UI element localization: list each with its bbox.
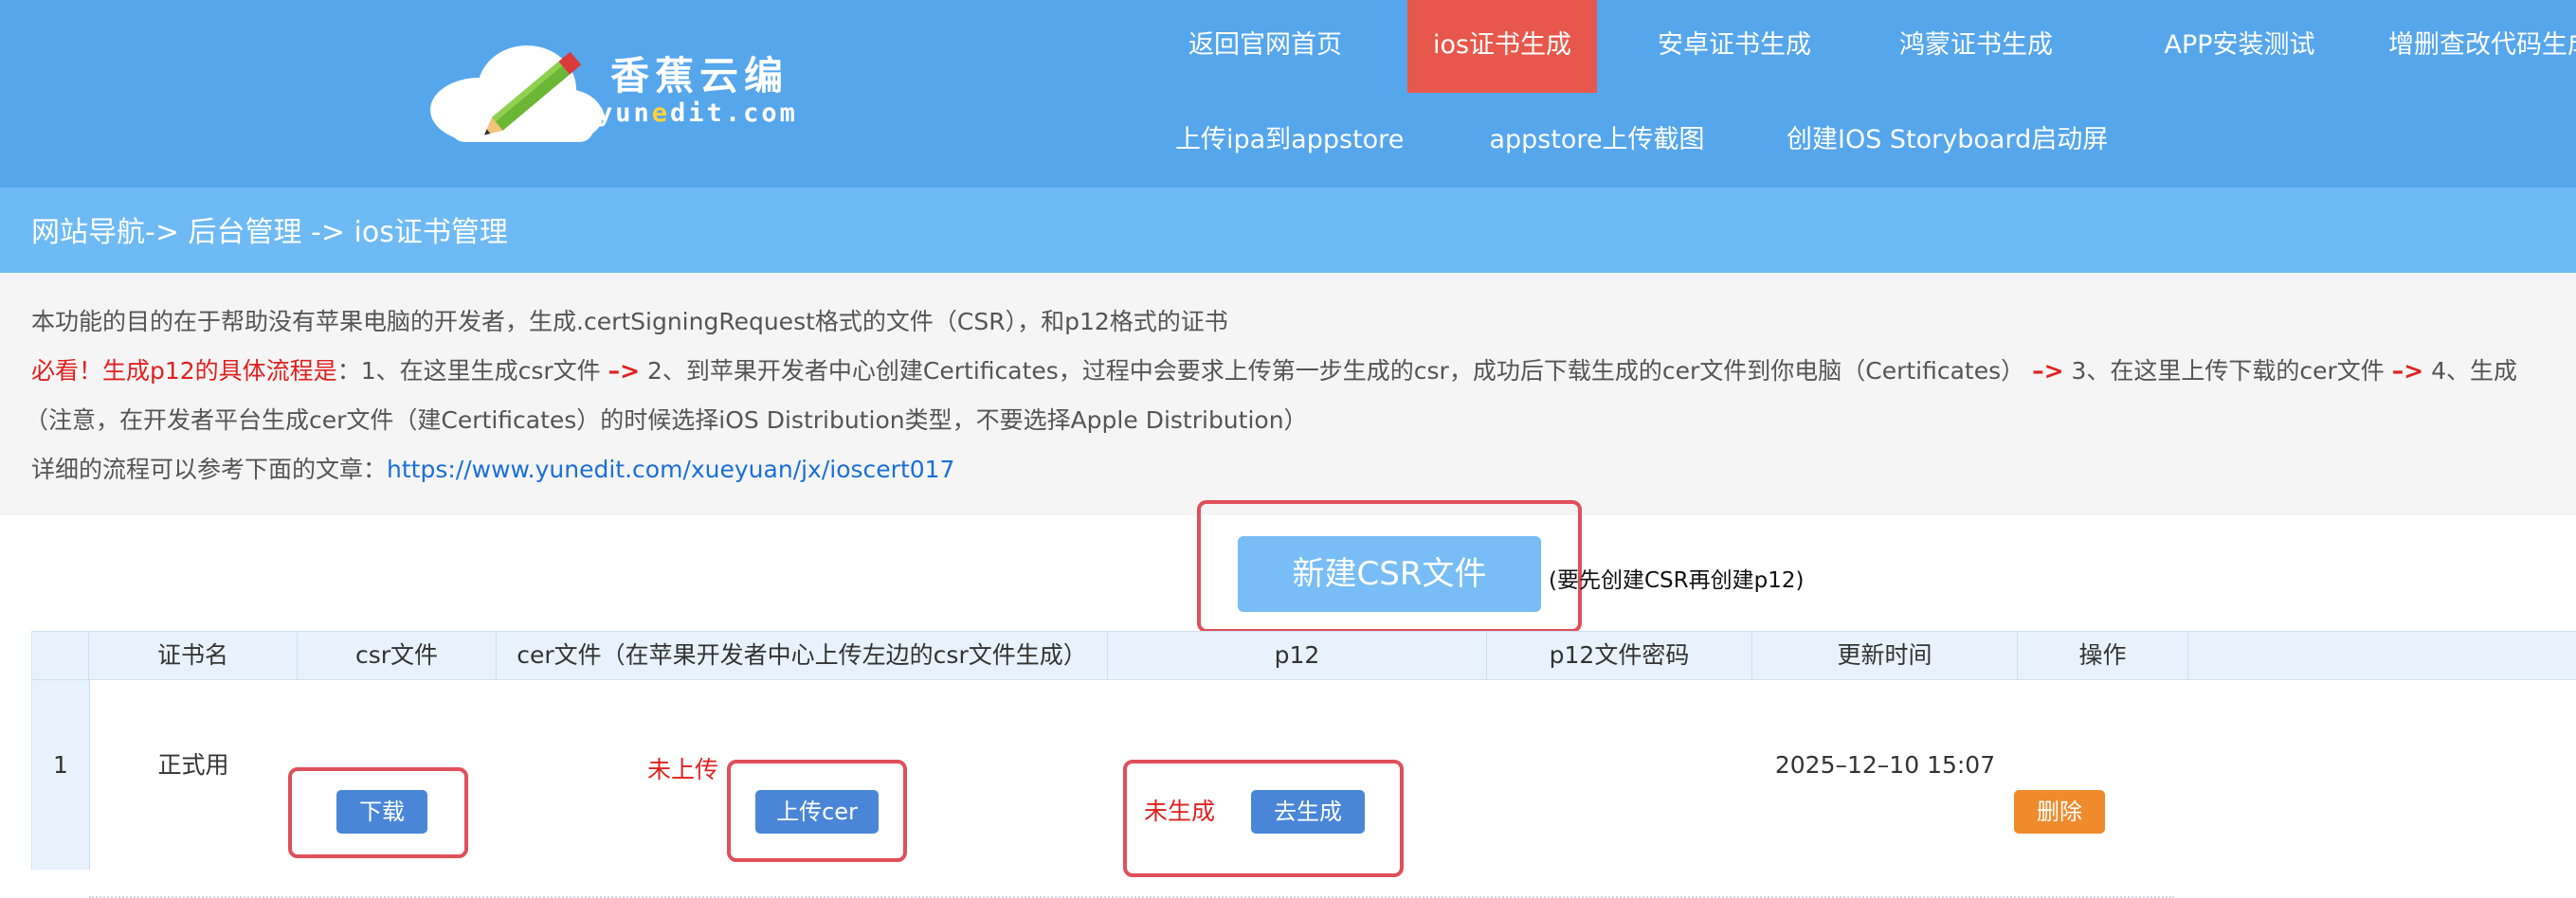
info-reference-label: 详细的流程可以参考下面的文章：	[31, 456, 388, 483]
arrow-icon: –>	[2391, 357, 2424, 385]
generate-p12-button[interactable]: 去生成	[1251, 790, 1365, 834]
header-csr-file: csr文件	[298, 632, 497, 679]
header-actions: 操作	[2018, 632, 2188, 679]
info-step-1: ：1、在这里生成csr文件	[336, 357, 608, 385]
info-panel: 本功能的目的在于帮助没有苹果电脑的开发者，生成.certSigningReque…	[0, 273, 2576, 515]
tutorial-link[interactable]: https://www.yunedit.com/xueyuan/jx/iosce…	[387, 456, 954, 483]
row-index: 1	[53, 751, 68, 779]
header-p12-password: p12文件密码	[1487, 632, 1752, 679]
logo-domain-part: dit.com	[670, 99, 798, 128]
delete-button[interactable]: 删除	[2014, 790, 2105, 834]
logo-domain-part: yun	[597, 99, 652, 128]
site-header: 香蕉云编 yunedit.com 返回官网首页 ios证书生成 安卓证书生成 鸿…	[0, 0, 2576, 188]
header-p12: p12	[1108, 632, 1487, 679]
info-step-4: 4、生成	[2423, 357, 2518, 385]
updated-time: 2025–12–10 15:07	[1774, 751, 1996, 779]
cloud-pencil-icon	[430, 45, 603, 142]
info-steps: 必看！生成p12的具体流程是：1、在这里生成csr文件 –> 2、到苹果开发者中…	[31, 352, 2517, 386]
upload-cer-button[interactable]: 上传cer	[755, 790, 879, 834]
info-note: （注意，在开发者平台生成cer文件（建Certificates）的时候选择iOS…	[25, 406, 1308, 434]
cer-status: 未上传	[647, 756, 719, 783]
site-logo[interactable]: 香蕉云编 yunedit.com	[423, 34, 821, 148]
cert-table: 证书名 csr文件 cer文件（在苹果开发者中心上传左边的csr文件生成） p1…	[31, 631, 2576, 898]
cert-name: 正式用	[157, 751, 229, 779]
nav-harmony-cert[interactable]: 鸿蒙证书生成	[1891, 0, 2061, 93]
logo-domain: yunedit.com	[597, 99, 798, 128]
p12-password	[1487, 680, 1752, 851]
info-reference: 详细的流程可以参考下面的文章：https://www.yunedit.com/x…	[31, 451, 954, 485]
nav-appstore-screenshots[interactable]: appstore上传截图	[1488, 95, 1706, 188]
info-step-3: 3、在这里上传下载的cer文件	[2063, 357, 2392, 385]
nav-crud-codegen[interactable]: 增删查改代码生成	[2388, 0, 2576, 93]
info-purpose: 本功能的目的在于帮助没有苹果电脑的开发者，生成.certSigningReque…	[31, 308, 1228, 335]
breadcrumb: 网站导航-> 后台管理 -> ios证书管理	[31, 216, 508, 249]
nav-android-cert[interactable]: 安卓证书生成	[1649, 0, 1820, 93]
arrow-icon: –>	[2032, 357, 2064, 385]
info-steps-warning: 必看！生成p12的具体流程是	[31, 357, 337, 385]
header-cert-name: 证书名	[89, 632, 298, 679]
header-index	[32, 632, 89, 679]
breadcrumb-bar: 网站导航-> 后台管理 -> ios证书管理	[0, 188, 2576, 273]
info-step-2: 2、到苹果开发者中心创建Certificates，过程中会要求上传第一步生成的c…	[640, 357, 2033, 385]
arrow-icon: –>	[608, 357, 641, 385]
table-header: 证书名 csr文件 cer文件（在苹果开发者中心上传左边的csr文件生成） p1…	[32, 631, 2576, 680]
header-cer-file: cer文件（在苹果开发者中心上传左边的csr文件生成）	[497, 632, 1108, 679]
p12-status: 未生成	[1144, 798, 1216, 825]
nav-ios-cert[interactable]: ios证书生成	[1407, 0, 1597, 93]
new-csr-button[interactable]: 新建CSR文件	[1238, 536, 1541, 612]
download-csr-button[interactable]: 下载	[336, 790, 427, 834]
nav-app-install-test[interactable]: APP安装测试	[2135, 0, 2344, 93]
nav-storyboard-launch[interactable]: 创建IOS Storyboard启动屏	[1787, 95, 2108, 188]
csr-hint: (要先创建CSR再创建p12)	[1549, 568, 1805, 593]
table-row: 1 正式用 下载 未上传 上传cer 未生成 去生成 2025–12–10 15…	[32, 680, 2576, 898]
nav-home[interactable]: 返回官网首页	[1175, 0, 1355, 93]
nav-upload-ipa[interactable]: 上传ipa到appstore	[1175, 95, 1404, 188]
header-updated-time: 更新时间	[1752, 632, 2018, 679]
logo-title: 香蕉云编	[610, 53, 789, 99]
logo-domain-accent: e	[651, 99, 671, 128]
